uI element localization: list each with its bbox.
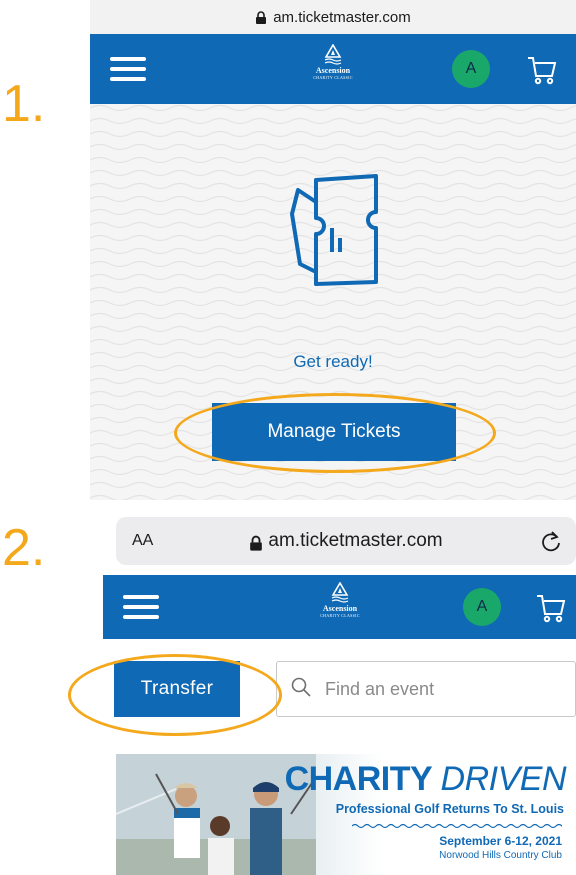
- avatar[interactable]: A: [463, 588, 501, 626]
- hamburger-icon[interactable]: [123, 595, 159, 619]
- logo-subtitle: CHARITY CLASSIC: [320, 613, 360, 618]
- wave-line: [90, 156, 576, 164]
- logo-subtitle: CHARITY CLASSIC: [313, 75, 353, 80]
- ascension-logo[interactable]: Ascension CHARITY CLASSIC: [310, 582, 370, 632]
- banner-title-italic: DRIVEN: [440, 760, 567, 798]
- wave-line: [90, 390, 576, 398]
- top-nav: Ascension CHARITY CLASSIC A: [103, 575, 576, 639]
- manage-tickets-button[interactable]: Manage Tickets: [212, 403, 456, 461]
- lock-icon: [255, 10, 267, 24]
- lock-icon: [249, 535, 263, 551]
- cart-icon[interactable]: [535, 592, 567, 629]
- event-banner[interactable]: CHARITY DRIVEN Professional Golf Returns…: [116, 754, 576, 875]
- banner-subtitle: Professional Golf Returns To St. Louis: [335, 802, 564, 816]
- banner-date: September 6-12, 2021: [439, 834, 562, 848]
- screen-2: AA am.ticketmaster.com Ascension CHARITY…: [103, 503, 576, 875]
- logo-mark-icon: [324, 44, 342, 65]
- step-number-2: 2.: [2, 519, 46, 577]
- address-bar[interactable]: am.ticketmaster.com: [90, 0, 576, 34]
- wave-line: [90, 312, 576, 320]
- ascension-logo[interactable]: Ascension CHARITY CLASSIC: [303, 44, 363, 94]
- wave-line: [90, 494, 576, 500]
- wave-line: [90, 286, 576, 294]
- ticket-icon: [290, 174, 378, 286]
- wave-line: [90, 481, 576, 489]
- wave-line: [90, 338, 576, 346]
- screen-1: am.ticketmaster.com Ascension CHARITY CL…: [90, 0, 576, 500]
- wave-line: [90, 130, 576, 138]
- banner-title-bold: CHARITY: [284, 760, 433, 798]
- top-nav: Ascension CHARITY CLASSIC A: [90, 34, 576, 104]
- search-box[interactable]: [276, 661, 576, 717]
- avatar[interactable]: A: [452, 50, 490, 88]
- banner-venue: Norwood Hills Country Club: [439, 850, 562, 861]
- wave-line: [90, 325, 576, 333]
- logo-name: Ascension: [322, 604, 358, 613]
- search-icon: [291, 677, 311, 702]
- hamburger-icon[interactable]: [110, 57, 146, 81]
- wave-line: [90, 104, 576, 112]
- transfer-button[interactable]: Transfer: [114, 661, 240, 717]
- logo-mark-icon: [331, 582, 349, 603]
- cart-icon[interactable]: [526, 54, 558, 91]
- wave-line: [90, 468, 576, 476]
- address-bar[interactable]: AA am.ticketmaster.com: [116, 517, 576, 565]
- address-url: am.ticketmaster.com: [273, 8, 411, 26]
- action-row: Transfer: [103, 639, 576, 749]
- reload-icon[interactable]: [540, 529, 562, 559]
- wave-line: [90, 377, 576, 385]
- address-url: am.ticketmaster.com: [268, 530, 443, 551]
- search-input[interactable]: [325, 678, 545, 700]
- get-ready-message: Get ready!: [293, 352, 373, 371]
- logo-name: Ascension: [315, 66, 351, 75]
- wave-line: [90, 299, 576, 307]
- step-number-1: 1.: [2, 75, 46, 133]
- banner-title: CHARITY DRIVEN: [284, 760, 567, 799]
- address-url-group: am.ticketmaster.com: [116, 530, 576, 552]
- wave-line: [90, 117, 576, 125]
- banner-wave-divider: [352, 823, 562, 829]
- wave-line: [90, 143, 576, 151]
